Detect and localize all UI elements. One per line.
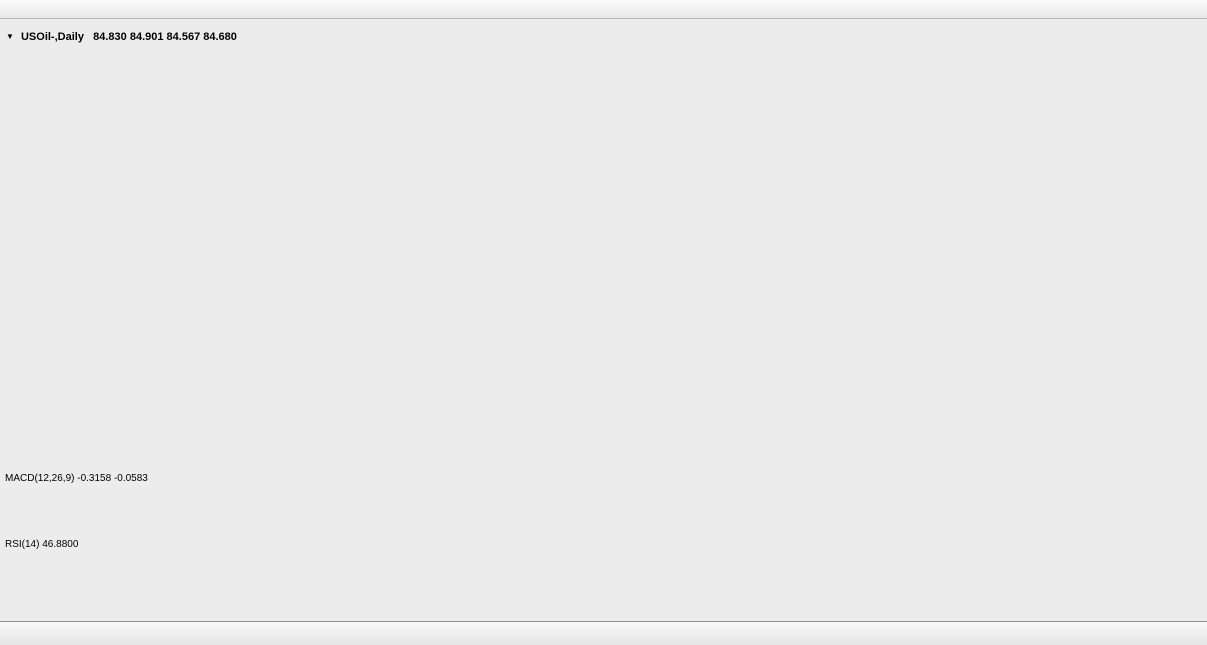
chart-title: ▼ USOil-,Daily 84.830 84.901 84.567 84.6… [6, 31, 237, 43]
rsi-indicator-label: RSI(14) 46.8800 [5, 539, 78, 550]
chart-ohlc-values: 84.830 84.901 84.567 84.680 [93, 31, 237, 43]
macd-indicator-label: MACD(12,26,9) -0.3158 -0.0583 [5, 473, 148, 484]
chart-tab-bar [0, 621, 1207, 645]
mt4-window: ▼ USOil-,Daily 84.830 84.901 84.567 84.6… [0, 0, 1207, 645]
chart-collapse-icon[interactable]: ▼ [6, 32, 14, 41]
chart-canvas[interactable] [0, 0, 1207, 645]
chart-symbol: USOil-,Daily [21, 31, 84, 43]
timeframe-toolbar [0, 0, 1207, 19]
